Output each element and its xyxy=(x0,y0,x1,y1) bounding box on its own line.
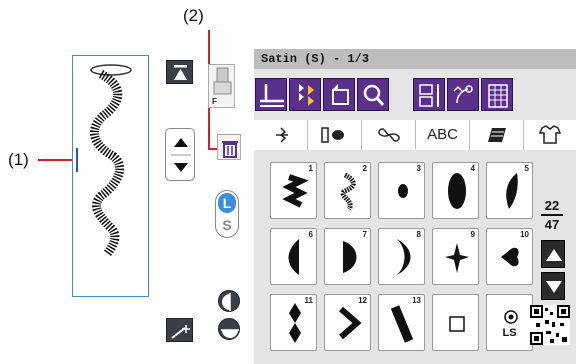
arrow-down-icon xyxy=(546,281,562,293)
pattern-cell[interactable]: 3 xyxy=(378,162,425,219)
mirror-vertical-icon xyxy=(222,293,231,311)
tab-memory[interactable] xyxy=(524,120,576,150)
jump-top-icon xyxy=(174,65,187,80)
search-button[interactable] xyxy=(357,78,389,111)
pattern-cell[interactable] xyxy=(432,294,479,351)
callout-label-1: (1) xyxy=(8,150,29,169)
pattern-step-stepper[interactable] xyxy=(165,128,195,181)
tab-decorative[interactable] xyxy=(362,120,416,150)
qr-code xyxy=(530,305,570,345)
return-button[interactable] xyxy=(323,78,355,111)
pattern-cell[interactable]: 13 xyxy=(378,294,425,351)
stitch-edit-button[interactable] xyxy=(413,78,445,111)
sewing-foot-icon xyxy=(260,84,284,107)
pattern-number: 8 xyxy=(416,230,421,239)
ls-stitch-icon xyxy=(504,310,518,324)
pattern-cell[interactable]: 7 xyxy=(324,228,371,285)
pattern-number: 10 xyxy=(520,230,529,239)
needle-position-button[interactable] xyxy=(255,78,287,111)
presser-foot-letter: F xyxy=(212,97,217,106)
shirt-icon xyxy=(538,125,562,144)
combination-stitch-icon xyxy=(299,84,314,106)
page-counter: 22 47 xyxy=(538,198,566,232)
pattern-number: 2 xyxy=(362,164,367,173)
empty-square-icon xyxy=(449,316,465,332)
mode-l-button[interactable]: L xyxy=(218,193,236,213)
mirror-vertical-button[interactable] xyxy=(218,290,240,312)
pattern-cell[interactable]: 2 xyxy=(324,162,371,219)
pattern-number: 9 xyxy=(470,230,475,239)
pattern-cell[interactable]: 12 xyxy=(324,294,371,351)
callout-1-line xyxy=(38,159,76,161)
screen-title: Satin (S) - 1/3 xyxy=(254,49,576,69)
page-divider xyxy=(541,214,563,216)
pattern-cell[interactable]: 9 xyxy=(432,228,479,285)
utility-stitch-icon xyxy=(276,127,288,143)
pattern-number: 4 xyxy=(470,164,475,173)
arrow-up-icon xyxy=(546,249,562,261)
search-icon xyxy=(363,84,385,106)
elongation-button[interactable] xyxy=(166,318,193,342)
stitch-preview-panel xyxy=(72,55,149,297)
mirror-horizontal-button[interactable] xyxy=(218,318,240,340)
pattern-cell[interactable]: 8 xyxy=(378,228,425,285)
delete-button[interactable] xyxy=(217,134,241,160)
stitch-length-icon xyxy=(419,84,439,107)
size-mode-toggle[interactable]: L S xyxy=(215,190,239,238)
presser-foot-button[interactable]: F xyxy=(208,64,235,108)
tab-utility[interactable] xyxy=(254,120,308,150)
qr-code-icon xyxy=(530,305,570,345)
up-down-arrows-icon xyxy=(171,138,191,172)
pattern-number: 7 xyxy=(362,230,367,239)
pattern-number: 5 xyxy=(524,164,529,173)
return-icon xyxy=(332,84,349,105)
callout-label-2: (2) xyxy=(183,6,204,25)
stitch-cursor xyxy=(76,148,78,172)
presser-foot-icon xyxy=(213,67,232,95)
decorative-stitch-icon xyxy=(378,128,400,142)
tab-buttonhole[interactable] xyxy=(308,120,362,150)
image-edit-icon xyxy=(453,85,473,104)
page-total: 47 xyxy=(544,216,560,232)
image-edit-button[interactable] xyxy=(447,78,479,111)
pattern-cell[interactable]: 10 xyxy=(486,228,533,285)
pattern-label: LS xyxy=(502,327,517,339)
page-down-button[interactable] xyxy=(541,272,565,300)
pattern-number: 6 xyxy=(308,230,313,239)
grid-menu-icon xyxy=(488,84,508,108)
menu-button[interactable] xyxy=(481,78,513,111)
page-current: 22 xyxy=(544,198,560,213)
pattern-cell[interactable]: 1 xyxy=(270,162,317,219)
mode-s-button[interactable]: S xyxy=(218,215,236,235)
pattern-cell[interactable]: 11 xyxy=(270,294,317,351)
trash-icon xyxy=(222,141,238,158)
pattern-cell[interactable]: 4 xyxy=(432,162,479,219)
pattern-cell[interactable]: 5 xyxy=(486,162,533,219)
page-up-button[interactable] xyxy=(541,240,565,268)
pattern-cell[interactable]: LS xyxy=(486,294,533,351)
pattern-number: 1 xyxy=(308,164,313,173)
pattern-number: 3 xyxy=(416,164,421,173)
my-stitch-icon xyxy=(488,128,506,142)
combination-button[interactable] xyxy=(289,78,321,111)
mirror-horizontal-icon xyxy=(221,329,239,338)
pattern-number: 12 xyxy=(358,296,367,305)
buttonhole-icon xyxy=(321,127,344,143)
pattern-number: 11 xyxy=(304,296,313,305)
tab-alphabet[interactable]: ABC xyxy=(416,120,470,150)
pattern-number: 13 xyxy=(412,296,421,305)
elongation-icon xyxy=(171,325,190,339)
pattern-cell[interactable]: 6 xyxy=(270,228,317,285)
jump-to-start-button[interactable] xyxy=(166,60,193,84)
satin-stitch-preview-icon xyxy=(89,64,132,257)
tab-my-stitch[interactable] xyxy=(470,120,524,150)
